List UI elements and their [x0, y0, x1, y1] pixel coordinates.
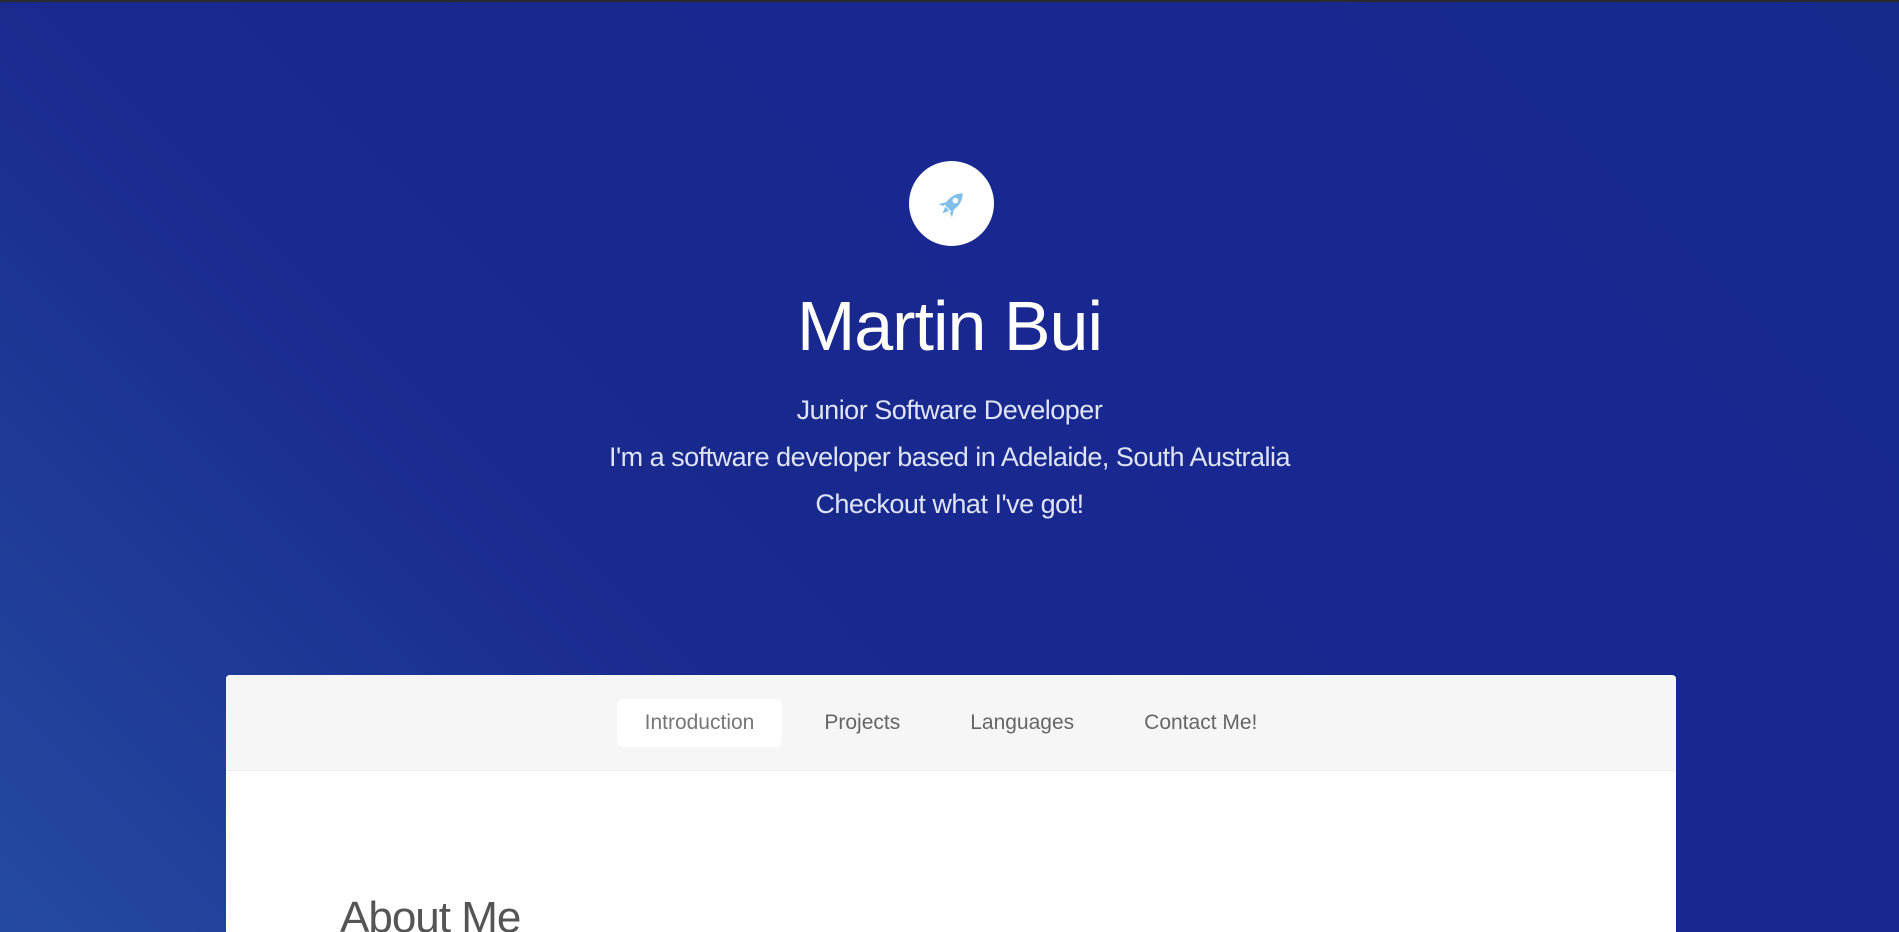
tab-introduction[interactable]: Introduction — [616, 698, 783, 747]
top-border — [0, 0, 1899, 2]
page-title: Martin Bui — [796, 287, 1103, 365]
logo-badge — [909, 161, 994, 246]
role-subtitle: Junior Software Developer — [796, 395, 1103, 425]
tab-contact[interactable]: Contact Me! — [1116, 699, 1285, 747]
cta-text: Checkout what I've got! — [815, 489, 1084, 519]
tab-projects[interactable]: Projects — [796, 699, 928, 747]
section-heading: About Me — [340, 893, 521, 932]
rocket-icon — [938, 192, 963, 217]
bio-text: I'm a software developer based in Adelai… — [608, 442, 1291, 472]
tab-languages[interactable]: Languages — [942, 699, 1102, 747]
section-nav: Introduction Projects Languages Contact … — [226, 675, 1676, 771]
content-card: Introduction Projects Languages Contact … — [226, 675, 1676, 932]
